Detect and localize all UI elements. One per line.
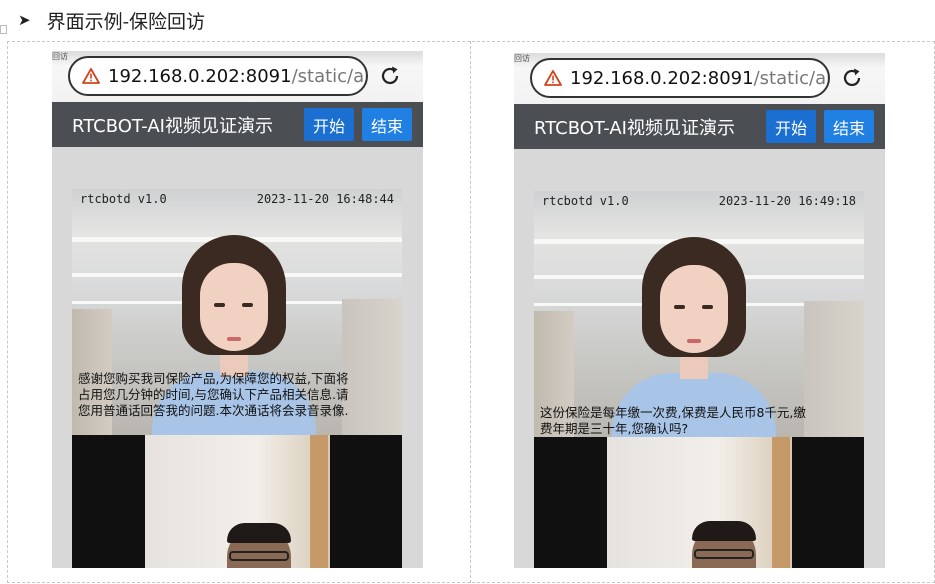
arrow-bullet-icon: ➤	[18, 11, 31, 29]
subtitle-line: 这份保险是每年缴一次费,保费是人民币8千元,缴	[540, 405, 806, 420]
browser-tab-caption: 回访	[514, 54, 530, 63]
camera-door-frame	[772, 437, 790, 568]
presenter-eye	[214, 303, 225, 307]
app-title: RTCBOT-AI视频见证演示	[72, 115, 273, 137]
start-button[interactable]: 开始	[766, 110, 817, 143]
url-host-text: 192.168.0.202:8091	[570, 67, 754, 89]
browser-address-bar: 回访 192.168.0.202:8091/static/artc	[52, 51, 423, 102]
url-host-text: 192.168.0.202:8091	[108, 65, 292, 87]
camera-door-frame	[310, 435, 328, 568]
table-column-divider	[470, 41, 471, 583]
ai-presenter-video: rtcbotd v1.0 2023-11-20 16:49:18 这份保险是每年…	[534, 191, 864, 437]
subtitle-line: 费年期是三十年,您确认吗?	[540, 421, 689, 436]
url-field[interactable]: 192.168.0.202:8091/static/artc	[530, 58, 830, 98]
user-camera-preview	[534, 437, 864, 568]
content-spacer	[514, 149, 885, 191]
phone-screenshot-1: 回访 192.168.0.202:8091/static/artc RTCBOT…	[52, 51, 423, 568]
background-wall	[342, 299, 402, 435]
background-wall	[804, 301, 864, 437]
reload-icon[interactable]	[840, 66, 864, 90]
presenter-mouth	[687, 339, 701, 343]
user-glasses	[694, 549, 754, 559]
presenter-face	[660, 265, 728, 353]
video-subtitle: 这份保险是每年缴一次费,保费是人民币8千元,缴 费年期是三十年,您确认吗?	[540, 405, 806, 437]
subtitle-line: 感谢您购买我司保险产品,为保障您的权益,下面将	[78, 371, 349, 386]
presenter-eye	[702, 305, 713, 309]
heading-text: 界面示例-保险回访	[46, 10, 205, 33]
subtitle-line: 占用您几分钟的时间,与您确认下产品相关信息.请	[78, 387, 349, 402]
presenter-eye	[242, 303, 253, 307]
video-version-overlay: rtcbotd v1.0	[542, 194, 629, 208]
ai-presenter-video: rtcbotd v1.0 2023-11-20 16:48:44 感谢您购买我司…	[72, 189, 402, 435]
document-anchor-marker	[0, 25, 7, 34]
url-path-text: /static/artc	[291, 65, 366, 87]
browser-address-bar: 回访 192.168.0.202:8091/static/artc	[514, 53, 885, 104]
url-field[interactable]: 192.168.0.202:8091/static/artc	[68, 56, 368, 96]
presenter-eye	[674, 305, 685, 309]
content-spacer	[52, 147, 423, 189]
reload-icon[interactable]	[378, 64, 402, 88]
video-version-overlay: rtcbotd v1.0	[80, 192, 167, 206]
user-camera-preview	[72, 435, 402, 568]
subtitle-line: 您用普通话回答我的问题.本次通话将会录音录像.	[78, 403, 349, 418]
presenter-face	[200, 263, 268, 351]
document-heading: ➤ 界面示例-保险回访	[18, 6, 205, 34]
user-hair	[692, 521, 756, 541]
video-subtitle: 感谢您购买我司保险产品,为保障您的权益,下面将 占用您几分钟的时间,与您确认下产…	[78, 371, 348, 419]
browser-tab-caption: 回访	[52, 52, 68, 61]
warning-triangle-icon	[544, 70, 562, 86]
phone-screenshot-2: 回访 192.168.0.202:8091/static/artc RTCBOT…	[514, 53, 885, 568]
end-button[interactable]: 结束	[362, 108, 413, 141]
user-hair	[227, 523, 291, 543]
app-header: RTCBOT-AI视频见证演示 开始 结束	[514, 104, 885, 149]
presenter-mouth	[227, 337, 241, 341]
user-glasses	[229, 551, 289, 561]
video-timestamp-overlay: 2023-11-20 16:49:18	[718, 194, 856, 208]
start-button[interactable]: 开始	[304, 108, 355, 141]
video-timestamp-overlay: 2023-11-20 16:48:44	[256, 192, 394, 206]
app-title: RTCBOT-AI视频见证演示	[534, 117, 735, 139]
end-button[interactable]: 结束	[824, 110, 875, 143]
app-header: RTCBOT-AI视频见证演示 开始 结束	[52, 102, 423, 147]
url-path-text: /static/artc	[753, 67, 828, 89]
warning-triangle-icon	[82, 68, 100, 84]
